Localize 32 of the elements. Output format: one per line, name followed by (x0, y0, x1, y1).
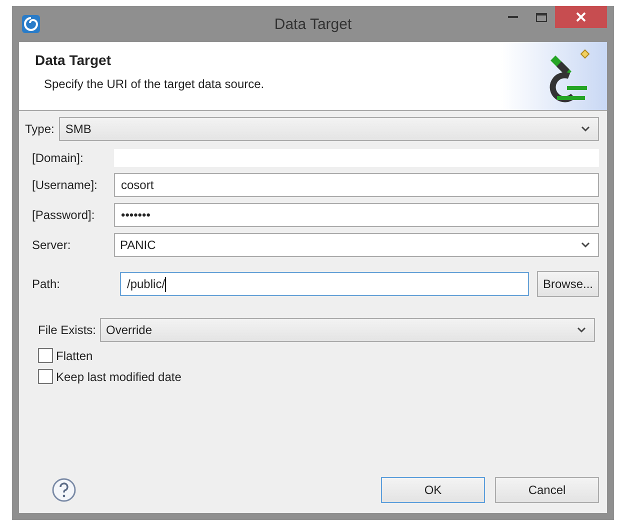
field-label: Server: (32, 238, 72, 252)
field-label: [Username]: (32, 178, 98, 192)
window-title: Data Target (274, 16, 352, 32)
input-field[interactable]: cosort (114, 173, 599, 197)
field-label: [Domain]: (32, 151, 84, 165)
page-title: Data Target (35, 52, 112, 68)
type-label: Type: (25, 122, 54, 136)
close-button[interactable] (555, 6, 607, 28)
help-icon[interactable] (52, 478, 76, 502)
path-field[interactable]: /public/ (120, 272, 529, 296)
dialog-button[interactable]: OK (381, 477, 485, 503)
chevron-down-icon (581, 242, 590, 248)
page-description: Specify the URI of the target data source. (44, 77, 264, 91)
chevron-down-icon (581, 126, 590, 132)
checkbox[interactable] (38, 348, 53, 363)
app-logo-icon (22, 15, 40, 33)
type-dropdown[interactable]: SMB (59, 117, 599, 141)
file-exists-dropdown[interactable]: Override (100, 318, 595, 342)
server-dropdown[interactable]: PANIC (114, 233, 599, 257)
dialog-button[interactable]: Cancel (495, 477, 599, 503)
file-exists-label: File Exists: (38, 323, 96, 337)
checkbox-label: Keep last modified date (56, 370, 182, 384)
minimize-icon (508, 16, 518, 18)
field-label: [Password]: (32, 208, 96, 222)
browse-button[interactable]: Browse... (536, 271, 599, 297)
input-field[interactable]: ••••••• (114, 203, 599, 227)
checkbox[interactable] (38, 369, 53, 384)
checkbox-label: Flatten (56, 348, 93, 362)
close-icon (576, 12, 586, 22)
path-label: Path: (32, 277, 62, 291)
maximize-icon (536, 12, 546, 22)
chevron-down-icon (577, 327, 586, 333)
